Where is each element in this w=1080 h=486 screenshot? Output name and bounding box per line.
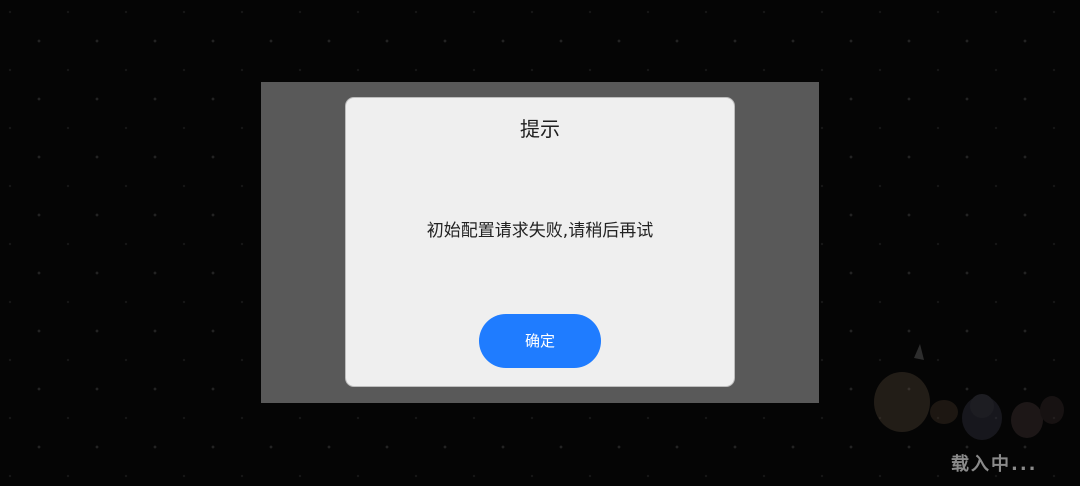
dialog-title: 提示 [520,117,560,141]
game-loading-screen: 载入中... 提示 初始配置请求失败,请稍后再试 确定 [0,0,1080,486]
loading-status-text: 载入中... [951,454,1038,475]
confirm-button[interactable]: 确定 [479,314,601,368]
dialog-message: 初始配置请求失败,请稍后再试 [426,221,654,241]
alert-dialog: 提示 初始配置请求失败,请稍后再试 确定 [345,97,735,387]
mascot-characters-icon [874,344,1064,440]
